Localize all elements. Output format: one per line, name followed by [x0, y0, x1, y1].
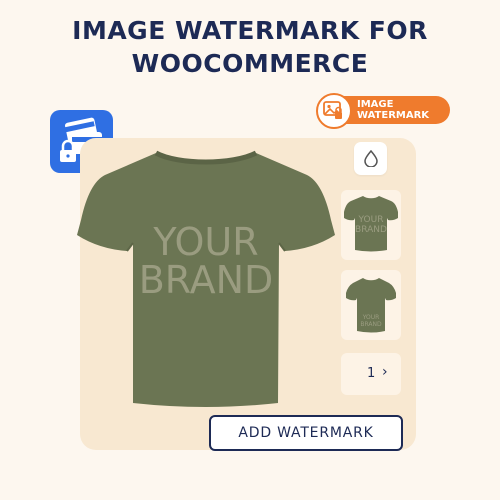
title-line-2: WOOCOMMERCE	[131, 49, 369, 78]
chevron-right-icon[interactable]: ›	[382, 364, 388, 380]
watermark-line-2: BRAND	[139, 258, 274, 302]
drop-icon	[364, 150, 378, 167]
title-line-1: IMAGE WATERMARK FOR	[72, 16, 428, 45]
thumbnail-1[interactable]: YOUR BRAND	[341, 190, 401, 260]
thumbnail-2[interactable]: YOUR BRAND	[341, 270, 401, 340]
thumb-watermark-line-1: YOUR	[358, 215, 384, 225]
thumb-watermark-line-2: BRAND	[355, 225, 387, 235]
thumb2-watermark-line-1: YOUR	[362, 314, 380, 321]
badge-line-1: IMAGE	[357, 99, 394, 110]
thumb2-watermark-line-2: BRAND	[360, 321, 382, 328]
badge-label: IMAGE WATERMARK	[357, 99, 429, 121]
page-number: 1	[367, 366, 376, 381]
watermark-toggle-button[interactable]	[354, 142, 387, 175]
product-image: YOUR BRAND	[77, 150, 335, 407]
page-title: IMAGE WATERMARK FOR WOOCOMMERCE	[0, 14, 500, 80]
add-watermark-button[interactable]: ADD WATERMARK	[209, 415, 403, 451]
image-watermark-icon	[323, 101, 342, 119]
image-watermark-badge: IMAGE WATERMARK	[316, 93, 450, 129]
badge-line-2: WATERMARK	[357, 110, 430, 121]
gallery-pager[interactable]: 1 ›	[341, 353, 401, 395]
badge-icon-circle	[316, 93, 352, 129]
